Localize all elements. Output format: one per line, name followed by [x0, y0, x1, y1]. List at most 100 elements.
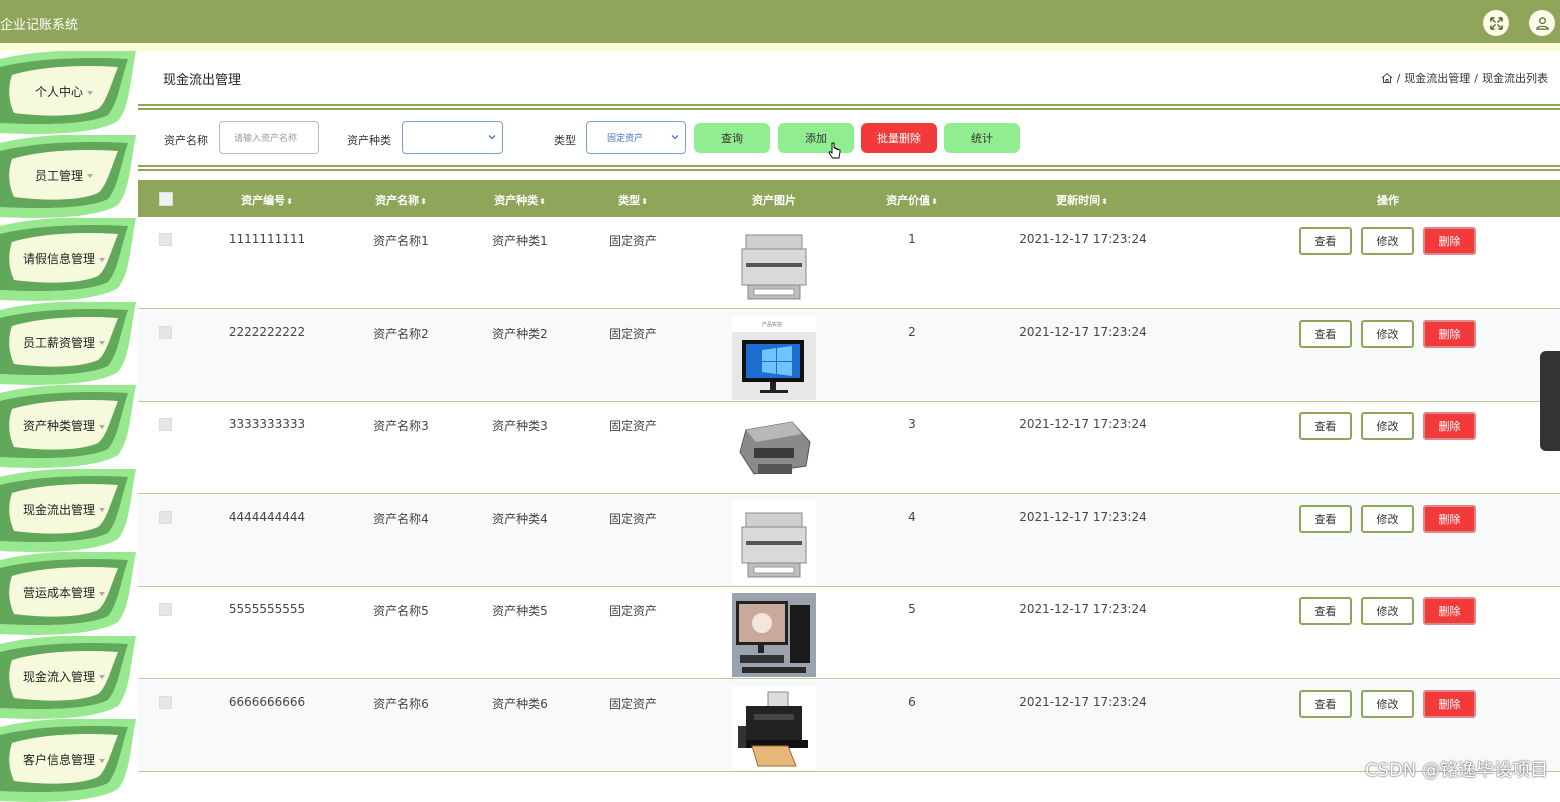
asset-image[interactable] — [732, 408, 816, 493]
asset-category-select[interactable] — [402, 121, 503, 154]
cell-category: 资产种类6 — [492, 697, 548, 711]
sidebar: 个人中心员工管理请假信息管理 员工薪资管理资产种类管理现金流出管理 营运成本管理 现金… — [0, 51, 138, 802]
sidebar-item[interactable]: 现金流入管理 — [0, 635, 138, 719]
chevron-down-icon — [488, 135, 496, 140]
asset-image[interactable] — [732, 223, 816, 307]
type-label: 类型 — [554, 134, 576, 147]
cell-name: 资产名称3 — [373, 419, 429, 434]
edit-button[interactable]: 修改 — [1361, 319, 1414, 348]
type-select-value: 固定资产 — [607, 134, 644, 144]
cell-code: 5555555555 — [228, 602, 306, 617]
table-row: 1111111111 资产名称1 资产种类1 固定资产 1 2021-12-17 17:2… — [138, 217, 1560, 309]
sidebar-item[interactable]: 现金流出管理 — [0, 468, 138, 552]
query-button[interactable]: 查询 — [694, 123, 770, 153]
cell-updated: 2021-12-17 17:23:24 — [1019, 232, 1147, 246]
asset-image[interactable] — [732, 500, 816, 585]
cell-code: 4444444444 — [228, 509, 306, 524]
cell-code: 3333333333 — [228, 417, 306, 432]
batch-delete-button[interactable]: 批量删除 — [861, 123, 937, 153]
edit-button[interactable]: 修改 — [1361, 412, 1414, 441]
column-header-type[interactable]: 类型⬍ — [598, 192, 668, 208]
cell-category: 资产种类3 — [492, 419, 548, 434]
chevron-down-icon — [87, 174, 93, 178]
view-button[interactable]: 查看 — [1299, 412, 1352, 441]
asset-image[interactable]: 产品实拍 — [732, 315, 816, 400]
fullscreen-button[interactable] — [1483, 10, 1509, 36]
row-checkbox[interactable] — [159, 233, 172, 246]
cell-updated: 2021-12-17 17:23:24 — [1019, 695, 1147, 709]
delete-button[interactable]: 删除 — [1423, 690, 1476, 718]
column-header-category[interactable]: 资产种类⬍ — [478, 192, 562, 208]
chevron-down-icon — [87, 90, 93, 95]
table-row: 4444444444 资产名称4 资产种类4 固定资产 4 2021-12-17 17:2… — [138, 494, 1560, 587]
view-button[interactable]: 查看 — [1299, 690, 1352, 718]
column-header-value[interactable]: 资产价值⬍ — [870, 192, 954, 208]
delete-button[interactable]: 删除 — [1423, 597, 1476, 626]
divider — [138, 104, 1560, 106]
cell-updated: 2021-12-17 17:23:24 — [1019, 324, 1147, 339]
sidebar-item-label: 资产种类管理 — [22, 419, 95, 433]
edit-button[interactable]: 修改 — [1361, 504, 1414, 533]
app-title: 企业记账系统 — [0, 18, 79, 33]
sort-icon: ⬍ — [931, 197, 938, 206]
column-header-code[interactable]: 资产编号⬍ — [225, 192, 309, 208]
side-drawer-handle[interactable] — [1540, 351, 1560, 451]
sidebar-item[interactable]: 个人中心 — [0, 51, 138, 134]
row-checkbox[interactable] — [159, 418, 172, 432]
column-header-name[interactable]: 资产名称⬍ — [359, 192, 443, 208]
type-select[interactable]: 固定资产 — [586, 121, 686, 154]
watermark: CSDN @铭逸毕设项目 — [1364, 760, 1548, 781]
edit-button[interactable]: 修改 — [1361, 227, 1414, 255]
home-icon[interactable] — [1381, 72, 1393, 84]
sidebar-item[interactable]: 客户信息管理 — [0, 719, 138, 802]
asset-name-placeholder: 请输入资产名称 — [234, 134, 298, 144]
cell-type: 固定资产 — [608, 604, 657, 619]
column-header-updated[interactable]: 更新时间⬍ — [1040, 192, 1124, 208]
row-checkbox[interactable] — [159, 325, 172, 339]
sidebar-item[interactable]: 员工管理 — [0, 134, 138, 218]
delete-button[interactable]: 删除 — [1423, 319, 1476, 348]
edit-button[interactable]: 修改 — [1361, 597, 1414, 626]
cell-name: 资产名称5 — [373, 604, 429, 619]
breadcrumb-item[interactable]: 现金流出管理 — [1404, 70, 1470, 86]
asset-name-input[interactable]: 请输入资产名称 — [219, 121, 319, 154]
cell-type: 固定资产 — [608, 419, 657, 434]
cell-category: 资产种类1 — [492, 234, 548, 248]
table-row: 3333333333 资产名称3 资产种类3 固定资产 3 2021-12-17 17:2… — [138, 402, 1560, 495]
sidebar-item-label: 客户信息管理 — [22, 753, 95, 767]
row-checkbox[interactable] — [159, 603, 172, 617]
row-checkbox[interactable] — [159, 510, 172, 524]
user-button[interactable] — [1529, 10, 1555, 36]
asset-image[interactable] — [732, 686, 816, 770]
svg-text:产品实拍: 产品实拍 — [762, 321, 782, 328]
delete-button[interactable]: 删除 — [1423, 504, 1476, 533]
delete-button[interactable]: 删除 — [1423, 227, 1476, 255]
add-button[interactable]: 添加 — [778, 123, 854, 153]
view-button[interactable]: 查看 — [1299, 319, 1352, 348]
chevron-down-icon — [99, 591, 105, 596]
sidebar-item[interactable]: 营运成本管理 — [0, 552, 138, 635]
chevron-down-icon — [99, 341, 105, 345]
select-all-checkbox[interactable] — [159, 192, 173, 206]
chevron-down-icon — [671, 135, 679, 140]
sidebar-item-label: 员工管理 — [34, 168, 83, 183]
edit-button[interactable]: 修改 — [1361, 690, 1414, 718]
divider — [138, 108, 1560, 110]
asset-image[interactable] — [732, 593, 816, 678]
cell-updated: 2021-12-17 17:23:24 — [1019, 602, 1147, 617]
sidebar-item[interactable]: 资产种类管理 — [0, 385, 138, 468]
delete-button[interactable]: 删除 — [1423, 412, 1476, 441]
row-checkbox[interactable] — [159, 696, 172, 709]
sort-icon: ⬍ — [641, 197, 648, 206]
sidebar-item[interactable]: 员工薪资管理 — [0, 301, 138, 385]
sidebar-item[interactable]: 请假信息管理 — [0, 218, 138, 301]
cell-type: 固定资产 — [608, 234, 657, 248]
user-icon — [1535, 16, 1549, 30]
photo-printer-icon — [732, 686, 816, 770]
view-button[interactable]: 查看 — [1299, 504, 1352, 533]
stats-button[interactable]: 统计 — [944, 123, 1020, 153]
cell-type: 固定资产 — [608, 511, 657, 526]
view-button[interactable]: 查看 — [1299, 227, 1352, 255]
table-row: 5555555555 资产名称5 资产种类5 固定资产 5 2021-12-17 17:2… — [138, 587, 1560, 680]
view-button[interactable]: 查看 — [1299, 597, 1352, 626]
